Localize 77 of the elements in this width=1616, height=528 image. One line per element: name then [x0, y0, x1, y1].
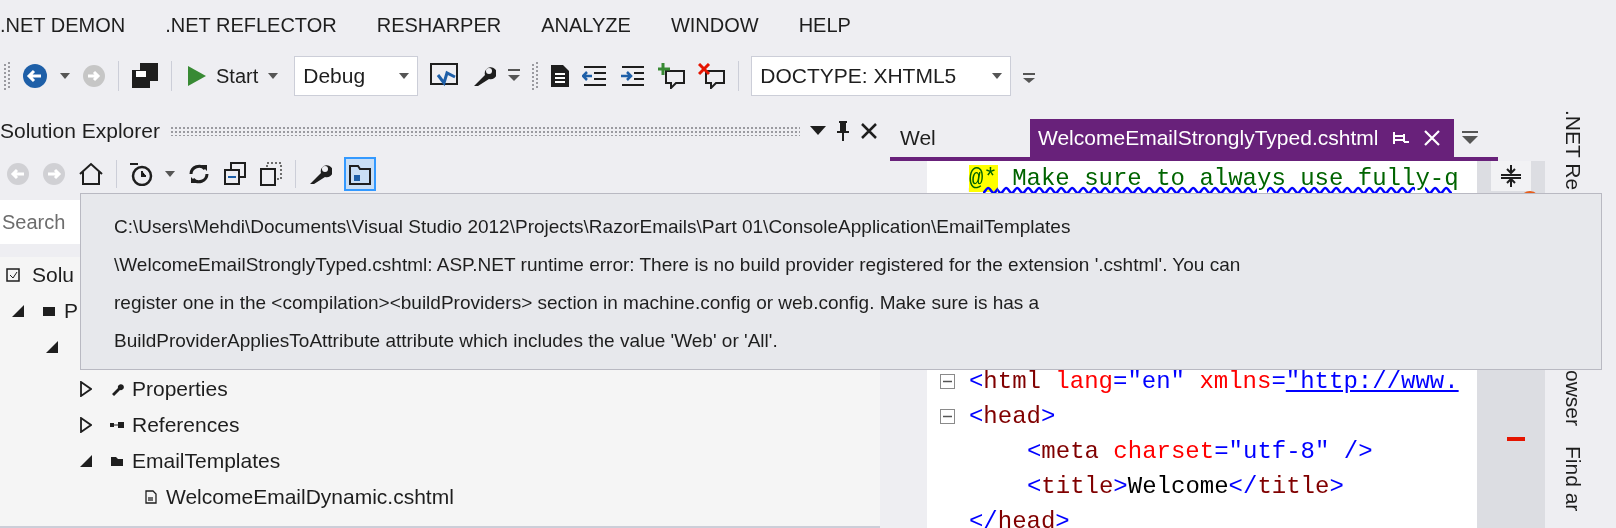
solution-icon [6, 268, 20, 282]
menu-item[interactable]: .NET DEMON [0, 10, 126, 40]
document-icon[interactable] [550, 64, 571, 88]
menu-item[interactable]: HELP [798, 10, 851, 40]
tree-item[interactable]: References [132, 409, 240, 441]
properties-icon [110, 382, 124, 396]
pin-icon[interactable] [836, 120, 850, 142]
folder-icon [110, 454, 124, 468]
doctype-dropdown[interactable]: DOCTYPE: XHTML5 [751, 56, 1012, 96]
tree-item[interactable]: EmailTemplates [132, 445, 281, 477]
code-line: <title>Welcome</title> [1026, 471, 1344, 502]
splitter-icon [1501, 165, 1522, 187]
menu-item[interactable]: WINDOW [670, 10, 759, 40]
folder-icon [349, 163, 371, 185]
file-icon [144, 490, 158, 504]
code-line: <head> [968, 401, 1056, 432]
search-field[interactable]: Search [2, 207, 66, 237]
tooltip-text: \WelcomeEmailStronglyTyped.cshtml: ASP.NET runtime error: There is no build provider registered for the extension '.cshtml'. You can [114, 253, 1242, 277]
home-icon[interactable] [78, 162, 104, 186]
code-line: <meta charset="utf-8" /> [1026, 436, 1373, 467]
menu-item[interactable]: .NET REFLECTOR [165, 10, 337, 40]
caret-icon[interactable] [60, 73, 70, 79]
add-comment-icon[interactable] [658, 63, 687, 89]
caret-icon[interactable] [165, 171, 175, 177]
remove-comment-icon[interactable] [698, 63, 727, 89]
configuration-dropdown[interactable]: Debug [294, 56, 419, 96]
side-tab[interactable]: owser [1557, 370, 1589, 427]
error-marker [1507, 437, 1526, 441]
collapse-arrow-icon[interactable] [80, 455, 92, 467]
close-icon [1424, 130, 1441, 146]
copy-icon[interactable] [259, 162, 283, 186]
editor-tab[interactable]: WelcomeEmailStronglyTyped.cshtml [1030, 119, 1455, 157]
caret-icon [992, 73, 1003, 79]
expand-arrow-icon[interactable] [80, 381, 92, 397]
overflow-icon[interactable] [508, 69, 521, 83]
menu-item[interactable]: ANALYZE [541, 10, 631, 40]
grip-icon [532, 62, 539, 90]
collapse-arrow-icon[interactable] [12, 305, 24, 317]
caret-down-icon[interactable] [810, 126, 826, 136]
collapse-icon[interactable] [940, 409, 956, 424]
outdent-icon[interactable] [582, 65, 609, 87]
indent-icon[interactable] [620, 65, 647, 87]
back-icon[interactable] [22, 63, 48, 89]
dropdown-icon[interactable] [1462, 131, 1479, 145]
collapse-arrow-icon[interactable] [46, 341, 58, 353]
caret-icon [268, 73, 279, 79]
panel-title: Solution Explorer [0, 118, 160, 145]
collapse-all-icon[interactable] [223, 162, 247, 186]
play-icon [188, 66, 206, 86]
show-all-files-button[interactable] [344, 157, 376, 191]
tree-item[interactable]: P [64, 295, 78, 327]
project-icon [42, 304, 56, 318]
tooltip-text: BuildProviderAppliesToAttribute attribute which includes the value 'Web' or 'All'. [114, 329, 779, 353]
start-button[interactable]: Start [184, 61, 283, 91]
tree-item[interactable]: WelcomeEmailDynamic.cshtml [166, 481, 454, 513]
menu-item[interactable]: RESHARPER [376, 10, 502, 40]
splitter-button[interactable] [1491, 161, 1532, 191]
tree-item[interactable]: Solu [32, 259, 75, 291]
side-tab[interactable]: Find ar [1557, 446, 1589, 512]
code-line: </head> [968, 506, 1070, 528]
caret-icon [399, 73, 410, 79]
grip-icon [4, 62, 10, 90]
editor-tab[interactable]: Wel [890, 119, 1028, 157]
code-line: <html lang="en" xmlns="http://www. [968, 366, 1459, 397]
tooltip-text: register one in the <compilation><buildProviders> section in machine.config or web.config. Make sure is has a [114, 291, 1041, 315]
collapse-icon[interactable] [940, 374, 956, 389]
tree-item[interactable]: Properties [132, 373, 228, 405]
expand-arrow-icon[interactable] [80, 417, 92, 433]
tooltip-text: C:\Users\Mehdi\Documents\Visual Studio 2012\Projects\RazorEmails\Part 01\ConsoleApplication\EmailTemplates [114, 215, 1072, 239]
close-icon[interactable] [860, 122, 878, 140]
save-all-icon[interactable] [131, 63, 159, 89]
wrench-icon[interactable] [308, 162, 332, 186]
wrench-icon[interactable] [472, 64, 497, 88]
pin-icon [1392, 130, 1411, 146]
refresh-icon[interactable] [187, 162, 211, 186]
history-icon[interactable] [129, 162, 153, 186]
side-tab[interactable]: .NET Re [1557, 110, 1589, 191]
